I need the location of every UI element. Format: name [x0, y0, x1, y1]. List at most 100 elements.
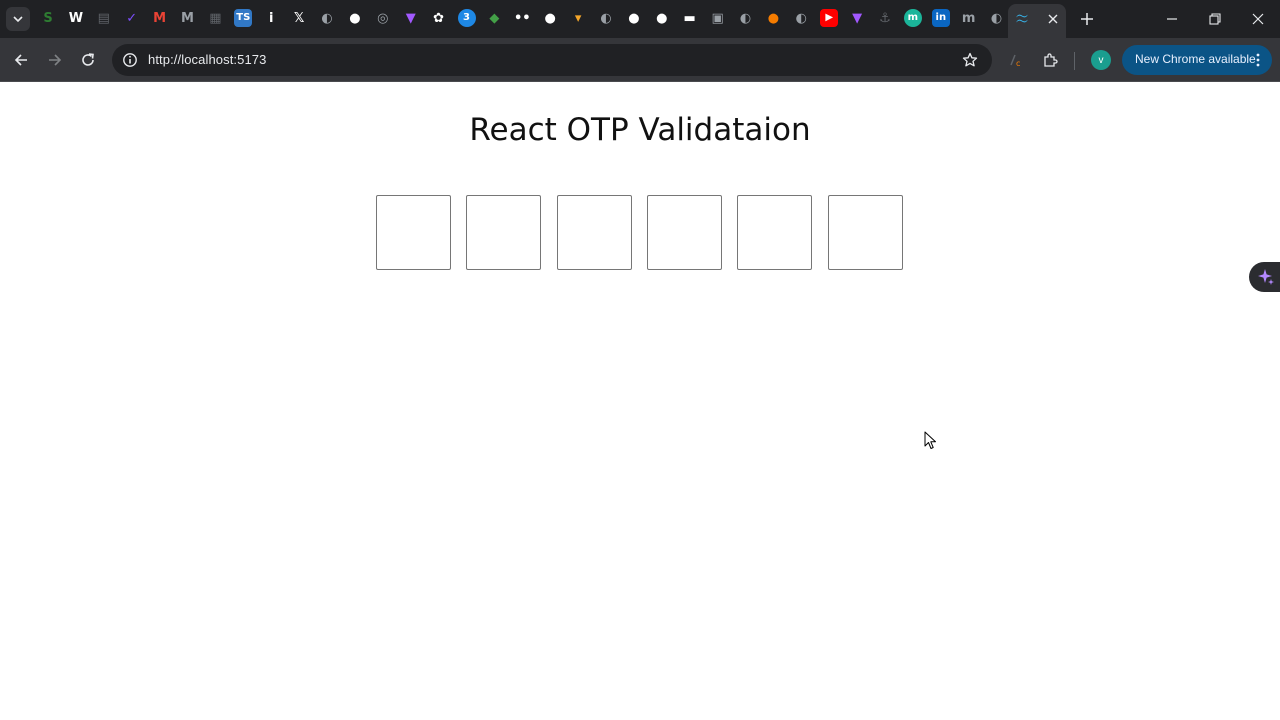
extensions-button[interactable]: [1037, 47, 1063, 73]
globe-icon: ◐: [600, 10, 612, 26]
sparkle-icon: [1258, 269, 1274, 285]
pinned-tab-dots-icon[interactable]: ••: [513, 9, 531, 27]
pinned-tab-doc-icon[interactable]: ▤: [95, 9, 113, 27]
pinned-tab-github-icon[interactable]: ●: [653, 9, 671, 27]
pinned-tab-globe-icon[interactable]: ◐: [597, 9, 615, 27]
otp-input-3[interactable]: [557, 195, 632, 270]
page-title: React OTP Validataion: [469, 112, 811, 148]
otp-input-2[interactable]: [466, 195, 541, 270]
minimize-icon: [1167, 18, 1177, 20]
pinned-tab-blue-circle-icon[interactable]: 3: [457, 9, 476, 27]
pinned-tab-fox-icon[interactable]: ▾: [569, 9, 587, 27]
tab-search-button[interactable]: [6, 7, 30, 31]
pinned-tab-circle-icon[interactable]: ◎: [374, 9, 392, 27]
otp-input-1[interactable]: [376, 195, 451, 270]
pinned-tab-w-icon[interactable]: W: [67, 9, 85, 27]
pinned-tab-lightbulb-icon[interactable]: ●: [764, 9, 782, 27]
circle-icon: ◎: [377, 10, 389, 26]
new-tab-button[interactable]: [1077, 9, 1097, 29]
restore-icon: [1209, 13, 1221, 25]
globe-icon: ◐: [795, 10, 807, 26]
pinned-tab-checkmark-icon[interactable]: ✓: [123, 9, 141, 27]
svg-text:c: c: [1016, 59, 1020, 68]
pinned-tab-x-icon[interactable]: 𝕏: [290, 9, 308, 27]
mouse-cursor-icon: [924, 431, 936, 449]
profile-avatar[interactable]: v: [1091, 50, 1111, 70]
gmail-icon: M: [153, 10, 167, 26]
otp-input-6[interactable]: [828, 195, 903, 270]
reload-icon: [82, 53, 94, 66]
pinned-tab-vite-icon[interactable]: ▼: [848, 9, 866, 27]
chrome-update-label: New Chrome available: [1135, 52, 1256, 66]
browser-toolbar: http://localhost:5173 c v New Chrome ava…: [0, 38, 1280, 82]
pinned-tab-globe-icon[interactable]: ◐: [988, 9, 1006, 27]
image-icon: ▣: [711, 10, 724, 26]
pinned-tab-gmail-icon[interactable]: M: [151, 9, 169, 27]
doc-icon: ▤: [97, 10, 110, 26]
pinned-tab-vite-icon[interactable]: ▼: [402, 9, 420, 27]
pinned-tab-youtube-icon[interactable]: ▶: [820, 9, 839, 27]
pinned-tab-globe-icon[interactable]: ◐: [318, 9, 336, 27]
site-info-button[interactable]: [120, 50, 140, 70]
close-window-button[interactable]: [1244, 6, 1272, 32]
puzzle-icon: [1044, 53, 1058, 67]
pinned-tab-chatgpt-icon[interactable]: ✿: [430, 9, 448, 27]
typescript-icon: TS: [236, 12, 251, 23]
pinned-tab-github-icon[interactable]: ●: [541, 9, 559, 27]
tab-strip: S W ▤ ✓ M M ▦ TS i 𝕏 ◐ ● ◎ ▼ ✿ 3 ◆ •• ● ▾ ◐ ● ● ▬ ▣ ◐ ● ◐ ▶ ▼ ⚓ m in m ◐: [0, 0, 1280, 38]
close-icon: [1252, 13, 1264, 25]
address-bar[interactable]: http://localhost:5173: [112, 44, 992, 76]
m-icon: M: [181, 10, 194, 26]
pinned-tab-github-icon[interactable]: ●: [346, 9, 364, 27]
pinned-tab-green-s-icon[interactable]: S: [39, 9, 57, 27]
bird-icon: ◆: [489, 10, 500, 26]
pinned-tab-bird-icon[interactable]: ◆: [485, 9, 503, 27]
globe-icon: ◐: [990, 10, 1003, 26]
restore-button[interactable]: [1201, 6, 1229, 32]
close-icon: [1048, 14, 1058, 24]
info-icon: [123, 53, 137, 67]
otp-input-4[interactable]: [647, 195, 722, 270]
pinned-tab-globe-icon[interactable]: ◐: [792, 9, 810, 27]
pinned-tab-anchor-icon[interactable]: ⚓: [876, 9, 894, 27]
pinned-tab-github-icon[interactable]: ●: [625, 9, 643, 27]
green-s-icon: S: [43, 10, 53, 26]
vite-icon: ▼: [852, 10, 863, 26]
globe-icon: ◐: [739, 10, 752, 26]
arrow-right-icon: [49, 54, 62, 66]
pinned-tab-sheet-icon[interactable]: ▬: [681, 9, 699, 27]
tailwind-icon: [1016, 14, 1028, 23]
pinned-tab-linkedin-icon[interactable]: in: [931, 9, 950, 27]
pinned-tab-m-circle-icon[interactable]: m: [903, 9, 922, 27]
pinned-tab-info-icon[interactable]: i: [262, 9, 280, 27]
fox-icon: ▾: [574, 10, 582, 26]
reload-button[interactable]: [75, 47, 101, 73]
minimize-button[interactable]: [1158, 6, 1186, 32]
toolbar-divider: [1074, 52, 1075, 70]
pinned-tab-m-icon[interactable]: M: [179, 9, 197, 27]
url-text[interactable]: http://localhost:5173: [148, 52, 266, 67]
bookmark-button[interactable]: [960, 50, 980, 70]
chrome-update-button[interactable]: New Chrome available: [1122, 45, 1272, 75]
github-icon: ●: [349, 10, 361, 26]
extension-button[interactable]: c: [1003, 47, 1029, 73]
vite-icon: ▼: [405, 10, 416, 26]
ai-assistant-button[interactable]: [1249, 262, 1280, 292]
forward-button[interactable]: [42, 47, 68, 73]
pinned-tab-image-icon[interactable]: ▣: [709, 9, 727, 27]
pinned-tab-m-dots-icon[interactable]: m: [960, 9, 978, 27]
sheet-icon: ▬: [683, 10, 696, 26]
extension-c-icon: c: [1010, 54, 1020, 68]
github-icon: ●: [544, 10, 556, 26]
pinned-tab-app-icon[interactable]: ▦: [206, 9, 224, 27]
back-button[interactable]: [8, 47, 34, 73]
arrow-left-icon: [14, 54, 27, 66]
plus-icon: [1081, 13, 1093, 25]
x-icon: 𝕏: [293, 10, 305, 26]
app-icon: ▦: [209, 10, 222, 26]
tab-close-button[interactable]: [1044, 10, 1062, 28]
pinned-tab-globe-icon[interactable]: ◐: [737, 9, 755, 27]
pinned-tab-typescript-icon[interactable]: TS: [234, 9, 253, 27]
otp-input-5[interactable]: [737, 195, 812, 270]
kebab-menu-button[interactable]: [1252, 52, 1264, 68]
